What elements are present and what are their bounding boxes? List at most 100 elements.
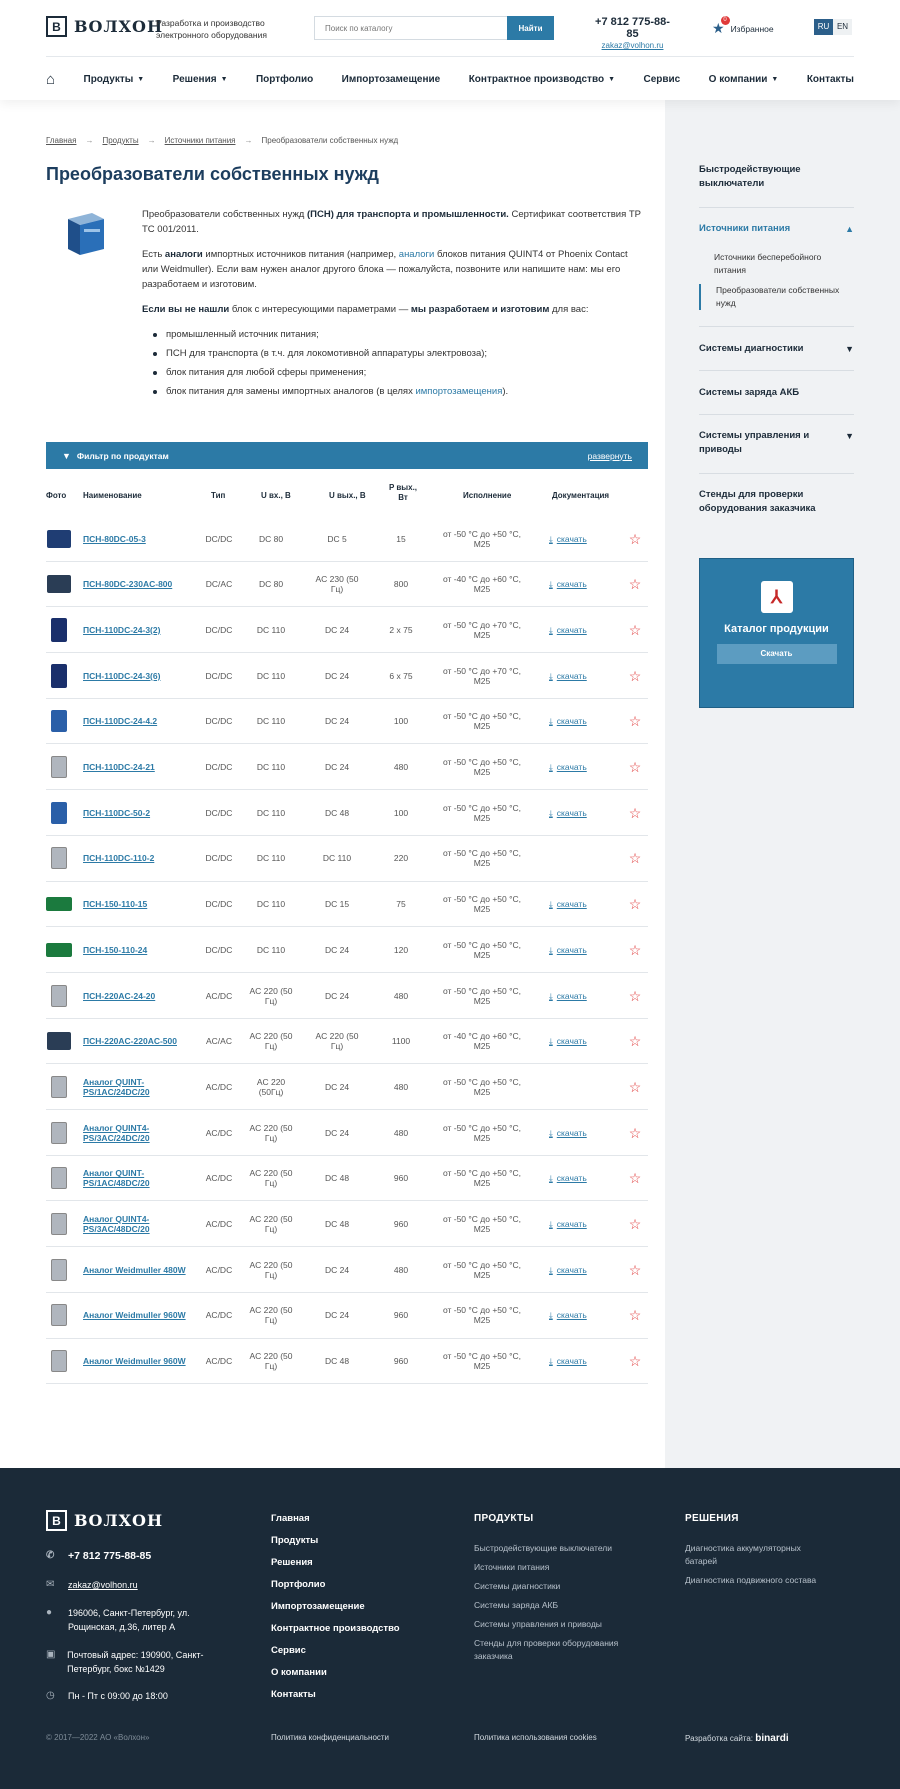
product-name-link[interactable]: ПСН-110DC-24-3(2) <box>83 607 193 652</box>
nav-solutions[interactable]: Решения ▼ <box>173 74 228 85</box>
product-thumbnail[interactable] <box>46 562 72 607</box>
footer-product-link[interactable]: Источники питания <box>474 1561 644 1574</box>
download-link[interactable]: ⤓ скачать <box>549 1247 609 1292</box>
sidebar-item-test-stands[interactable]: Стенды для проверки оборудования заказчи… <box>699 488 854 516</box>
sidebar-item-control-systems[interactable]: Системы управления и приводы ▼ <box>699 429 854 457</box>
product-name-link[interactable]: Аналог QUINT-PS/1AC/48DC/20 <box>83 1156 193 1201</box>
sidebar-item-breakers[interactable]: Быстродействующие выключатели <box>699 163 854 191</box>
logo[interactable]: В ВОЛХОН <box>46 16 163 37</box>
add-to-favorites-star-icon[interactable]: ☆ <box>626 562 644 607</box>
product-name-link[interactable]: Аналог QUINT4-PS/3AC/24DC/20 <box>83 1110 193 1155</box>
download-link[interactable]: ⤓ скачать <box>549 1110 609 1155</box>
footer-menu-item[interactable]: Портфолио <box>271 1574 400 1596</box>
product-thumbnail[interactable] <box>46 516 72 561</box>
product-thumbnail[interactable] <box>46 607 72 652</box>
footer-privacy-link[interactable]: Политика конфиденциальности <box>271 1733 389 1742</box>
footer-product-link[interactable]: Системы диагностики <box>474 1580 644 1593</box>
download-link[interactable]: ⤓ скачать <box>549 562 609 607</box>
nav-portfolio[interactable]: Портфолио <box>256 74 313 85</box>
lang-ru[interactable]: RU <box>814 19 833 35</box>
add-to-favorites-star-icon[interactable]: ☆ <box>626 1110 644 1155</box>
nav-contacts[interactable]: Контакты <box>807 74 854 85</box>
product-thumbnail[interactable] <box>46 1019 72 1064</box>
product-thumbnail[interactable] <box>46 1247 72 1292</box>
search-input[interactable] <box>314 16 507 40</box>
download-link[interactable]: ⤓ скачать <box>549 607 609 652</box>
add-to-favorites-star-icon[interactable]: ☆ <box>626 836 644 881</box>
product-thumbnail[interactable] <box>46 1202 72 1247</box>
footer-solution-link[interactable]: Диагностика аккумуляторных батарей <box>685 1542 835 1568</box>
download-link[interactable]: ⤓ скачать <box>549 1339 609 1384</box>
product-thumbnail[interactable] <box>46 1339 72 1384</box>
download-link[interactable]: ⤓ скачать <box>549 1293 609 1338</box>
nav-contract-manufacturing[interactable]: Контрактное производство ▼ <box>469 74 615 85</box>
lang-en[interactable]: EN <box>833 19 852 35</box>
header-email[interactable]: zakaz@volhon.ru <box>590 41 675 50</box>
breadcrumb-power-sources[interactable]: Источники питания <box>165 136 236 145</box>
add-to-favorites-star-icon[interactable]: ☆ <box>626 973 644 1018</box>
download-link[interactable]: ⤓ скачать <box>549 745 609 790</box>
product-thumbnail[interactable] <box>46 653 72 698</box>
add-to-favorites-star-icon[interactable]: ☆ <box>626 790 644 835</box>
footer-menu-item[interactable]: Импортозамещение <box>271 1596 400 1618</box>
sidebar-item-diagnostics[interactable]: Системы диагностики ▼ <box>699 342 854 356</box>
product-thumbnail[interactable] <box>46 1110 72 1155</box>
add-to-favorites-star-icon[interactable]: ☆ <box>626 1247 644 1292</box>
product-name-link[interactable]: ПСН-220AC-24-20 <box>83 973 193 1018</box>
product-name-link[interactable]: ПСН-150-110-15 <box>83 882 193 927</box>
product-name-link[interactable]: Аналог Weidmuller 960W <box>83 1339 193 1384</box>
footer-phone[interactable]: +7 812 775-88-85 <box>68 1549 151 1563</box>
footer-product-link[interactable]: Системы управления и приводы <box>474 1618 644 1631</box>
add-to-favorites-star-icon[interactable]: ☆ <box>626 516 644 561</box>
product-name-link[interactable]: Аналог QUINT-PS/1AC/24DC/20 <box>83 1064 193 1109</box>
add-to-favorites-star-icon[interactable]: ☆ <box>626 1339 644 1384</box>
filter-expand-link[interactable]: развернуть <box>588 451 632 461</box>
add-to-favorites-star-icon[interactable]: ☆ <box>626 1019 644 1064</box>
download-link[interactable]: ⤓ скачать <box>549 699 609 744</box>
catalog-download-button[interactable]: Скачать <box>716 644 837 664</box>
download-link[interactable]: ⤓ скачать <box>549 1202 609 1247</box>
add-to-favorites-star-icon[interactable]: ☆ <box>626 1156 644 1201</box>
product-thumbnail[interactable] <box>46 745 72 790</box>
breadcrumb-products[interactable]: Продукты <box>102 136 138 145</box>
footer-solution-link[interactable]: Диагностика подвижного состава <box>685 1574 835 1587</box>
footer-cookies-link[interactable]: Политика использования cookies <box>474 1733 597 1742</box>
footer-logo[interactable]: В ВОЛХОН <box>46 1510 163 1531</box>
download-link[interactable]: ⤓ скачать <box>549 927 609 972</box>
product-name-link[interactable]: ПСН-80DC-230AC-800 <box>83 562 193 607</box>
footer-product-link[interactable]: Быстродействующие выключатели <box>474 1542 644 1555</box>
add-to-favorites-star-icon[interactable]: ☆ <box>626 607 644 652</box>
nav-about[interactable]: О компании ▼ <box>709 74 779 85</box>
download-link[interactable]: ⤓ скачать <box>549 653 609 698</box>
footer-product-link[interactable]: Системы заряда АКБ <box>474 1599 644 1612</box>
product-name-link[interactable]: Аналог QUINT4-PS/3AC/48DC/20 <box>83 1202 193 1247</box>
product-thumbnail[interactable] <box>46 699 72 744</box>
product-name-link[interactable]: ПСН-150-110-24 <box>83 927 193 972</box>
breadcrumb-home[interactable]: Главная <box>46 136 76 145</box>
sidebar-sub-psn[interactable]: Преобразователи собственных нужд <box>699 284 854 310</box>
footer-menu-item[interactable]: Решения <box>271 1552 400 1574</box>
nav-service[interactable]: Сервис <box>643 74 680 85</box>
add-to-favorites-star-icon[interactable]: ☆ <box>626 745 644 790</box>
download-link[interactable]: ⤓ скачать <box>549 882 609 927</box>
product-thumbnail[interactable] <box>46 1064 72 1109</box>
home-icon[interactable]: ⌂ <box>46 71 55 88</box>
add-to-favorites-star-icon[interactable]: ☆ <box>626 1202 644 1247</box>
developer-brand[interactable]: binardi <box>755 1733 788 1744</box>
download-link[interactable]: ⤓ скачать <box>549 973 609 1018</box>
product-name-link[interactable]: ПСН-110DC-110-2 <box>83 836 193 881</box>
product-thumbnail[interactable] <box>46 882 72 927</box>
product-name-link[interactable]: Аналог Weidmuller 960W <box>83 1293 193 1338</box>
product-name-link[interactable]: ПСН-110DC-24-21 <box>83 745 193 790</box>
header-phone[interactable]: +7 812 775-88-85 <box>595 16 670 40</box>
product-filter-bar[interactable]: ▼ Фильтр по продуктам развернуть <box>46 442 648 469</box>
add-to-favorites-star-icon[interactable]: ☆ <box>626 882 644 927</box>
search-button[interactable]: Найти <box>507 16 554 40</box>
product-name-link[interactable]: ПСН-80DC-05-3 <box>83 516 193 561</box>
download-link[interactable]: ⤓ скачать <box>549 516 609 561</box>
import-substitution-link[interactable]: импортозамещения <box>415 386 502 397</box>
sidebar-item-battery-charging[interactable]: Системы заряда АКБ <box>699 386 854 400</box>
sidebar-sub-ups[interactable]: Источники бесперебойного питания <box>699 251 854 277</box>
add-to-favorites-star-icon[interactable]: ☆ <box>626 653 644 698</box>
footer-product-link[interactable]: Стенды для проверки оборудования заказчи… <box>474 1637 644 1663</box>
